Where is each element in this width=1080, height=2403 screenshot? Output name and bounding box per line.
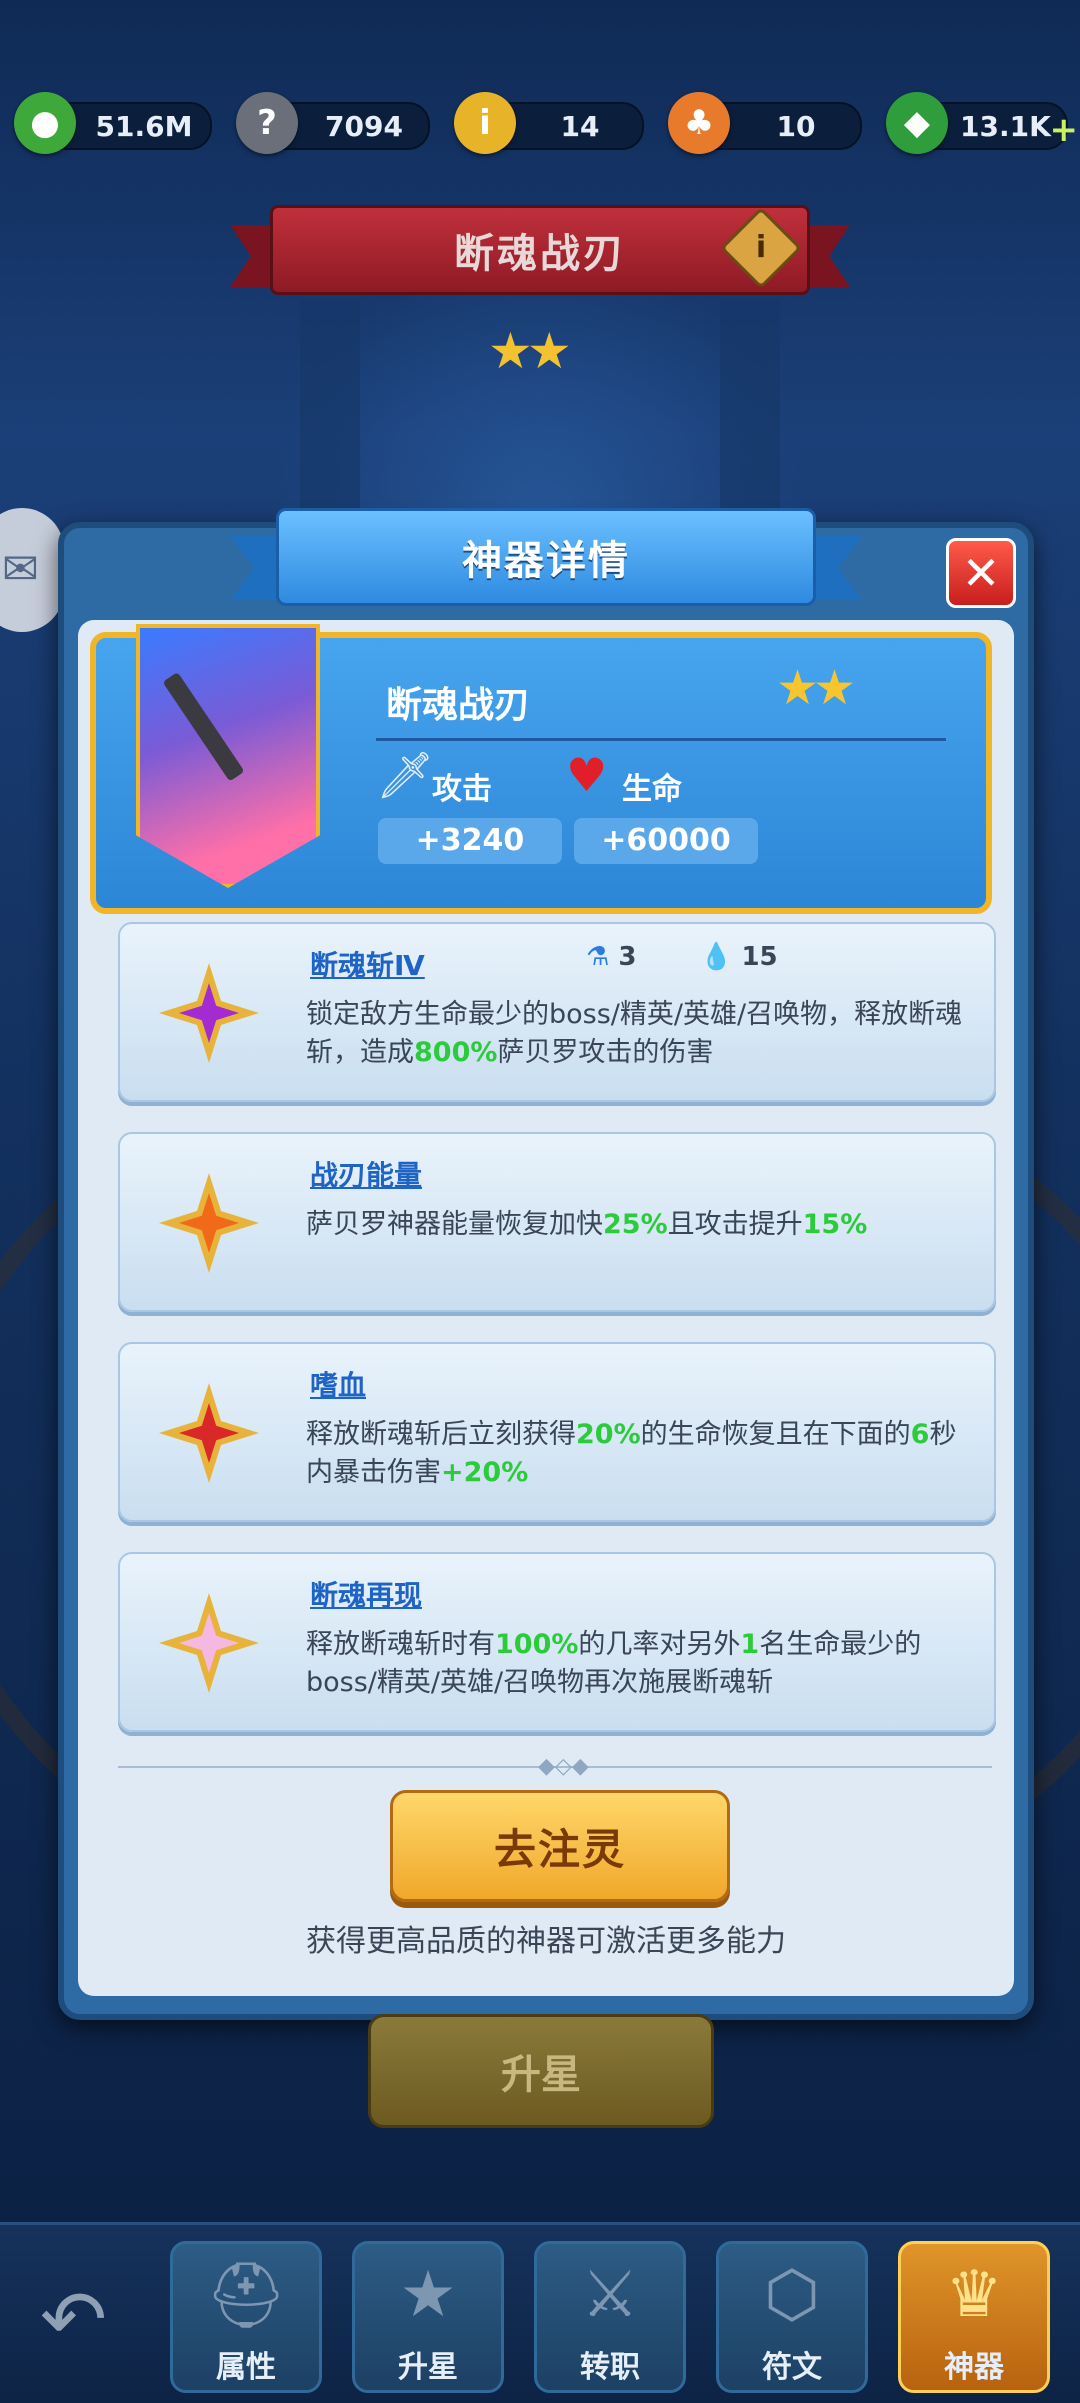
resource-slot[interactable]: ? 7094	[236, 92, 430, 154]
cost-value: 15	[741, 942, 778, 972]
sword-shield-icon: ⚔	[581, 2258, 639, 2332]
side-chat-widget[interactable]: ✉	[0, 508, 64, 632]
resource-value: 13.1K	[960, 110, 1051, 143]
skill-title: 战刃能量	[310, 1159, 423, 1192]
back-arrow-icon[interactable]: ↶	[40, 2273, 107, 2366]
resource-slot[interactable]: ♣ 10	[668, 92, 862, 154]
divider-ornament: ◆◇◆	[538, 1754, 589, 1779]
resource-bar: ● 51.6M ? 7094 i 14 ♣ 10 ◆ 13.1K +	[0, 92, 1080, 162]
tab-label: 转职	[580, 2350, 640, 2385]
description-text: 的生命恢复且在下面的	[640, 1419, 911, 1450]
green-orb-icon: ●	[14, 92, 76, 154]
chat-icon: ✉	[2, 544, 39, 595]
artifact-details-dialog: 神器详情 ✕ 断魂战刃 ★★ 🗡 攻击 ♥ 生命 +3240 +60000 断魂…	[58, 508, 1034, 2020]
resource-slot[interactable]: ◆ 13.1K +	[886, 92, 1078, 154]
highlight-value: 100%	[495, 1629, 579, 1660]
stone-key-icon: ?	[236, 92, 298, 154]
helmet-icon: ⛑	[205, 2259, 287, 2333]
green-gem-icon: ◆	[886, 92, 948, 154]
resource-value: 10	[776, 110, 816, 143]
bottom-nav: ↶ ⛑ 属性 ★ 升星 ⚔ 转职 ⬡ 符文 ♛ 神器	[0, 2222, 1080, 2403]
artifact-crest-icon: ♛	[945, 2258, 1003, 2332]
attack-label: 攻击	[432, 772, 492, 807]
hp-label: 生命	[622, 772, 682, 807]
cost-value: 3	[618, 942, 637, 972]
resource-value: 7094	[325, 110, 403, 143]
resource-slot[interactable]: ● 51.6M	[14, 92, 212, 154]
mana-potion-cost: ⚗ 3	[586, 942, 637, 972]
skill-description: 萨贝罗神器能量恢复加快25%且攻击提升15%	[306, 1206, 974, 1244]
banner-stars: ★★	[488, 322, 572, 380]
tab-star-up[interactable]: ★ 升星	[352, 2241, 504, 2393]
highlight-value: 25%	[603, 1209, 668, 1240]
description-text: 释放断魂斩后立刻获得	[306, 1419, 576, 1450]
water-drop-cost: 💧 15	[700, 942, 778, 972]
close-button[interactable]: ✕	[946, 538, 1016, 608]
description-text: 萨贝罗神器能量恢复加快	[306, 1209, 603, 1240]
description-text: 萨贝罗攻击的伤害	[497, 1037, 714, 1068]
skill-card[interactable]: 断魂斩Ⅳ ⚗ 3 💧 15 锁定敌方生命最少的boss/精英/英雄/召唤物，释放…	[118, 922, 996, 1102]
tab-label: 符文	[762, 2350, 822, 2385]
artifact-portrait	[136, 624, 320, 888]
dialog-title: 神器详情	[276, 508, 816, 606]
resource-slot[interactable]: i 14	[454, 92, 644, 154]
upgrade-star-button[interactable]: 升星	[368, 2014, 714, 2128]
skill-title: 断魂再现	[310, 1579, 423, 1612]
highlight-value: 6	[910, 1419, 930, 1450]
orange-star-gem-icon	[144, 1158, 274, 1288]
heart-icon: ♥	[566, 748, 608, 802]
attack-value: +3240	[378, 818, 562, 864]
tab-label: 神器	[944, 2350, 1004, 2385]
skill-description: 锁定敌方生命最少的boss/精英/英雄/召唤物，释放断魂斩，造成800%萨贝罗攻…	[306, 996, 974, 1072]
rainbow-star-gem-icon	[144, 1578, 274, 1708]
description-text: 释放断魂斩时有	[306, 1629, 495, 1660]
description-text: 且攻击提升	[667, 1209, 803, 1240]
highlight-value: 1	[740, 1629, 760, 1660]
highlight-value: 15%	[802, 1209, 868, 1240]
resource-value: 51.6M	[95, 110, 193, 143]
close-icon: ✕	[961, 546, 1001, 600]
sword-icon	[162, 671, 245, 782]
gold-card-icon: i	[454, 92, 516, 154]
skill-description: 释放断魂斩时有100%的几率对另外1名生命最少的boss/精英/英雄/召唤物再次…	[306, 1626, 974, 1702]
artifact-banner: 断魂战刃 i	[230, 205, 850, 295]
tab-class-change[interactable]: ⚔ 转职	[534, 2241, 686, 2393]
sword-stat-icon: 🗡	[376, 748, 435, 802]
rune-icon: ⬡	[764, 2258, 820, 2332]
highlight-value: +20%	[441, 1457, 529, 1488]
tab-label: 升星	[398, 2350, 458, 2385]
highlight-value: 20%	[576, 1419, 641, 1450]
purple-star-gem-icon	[144, 948, 274, 1078]
skill-title: 嗜血	[310, 1369, 367, 1402]
skill-card[interactable]: 断魂再现 释放断魂斩时有100%的几率对另外1名生命最少的boss/精英/英雄/…	[118, 1552, 996, 1732]
dialog-ribbon: 神器详情	[230, 508, 862, 608]
artifact-card: 断魂战刃 ★★ 🗡 攻击 ♥ 生命 +3240 +60000	[90, 624, 992, 914]
tab-artifact[interactable]: ♛ 神器	[898, 2241, 1050, 2393]
hint-text: 获得更高品质的神器可激活更多能力	[306, 1924, 786, 1959]
fire-badge-icon: ♣	[668, 92, 730, 154]
skill-title: 断魂斩Ⅳ	[310, 949, 425, 982]
info-icon: i	[755, 230, 767, 265]
dialog-body: 断魂战刃 ★★ 🗡 攻击 ♥ 生命 +3240 +60000 断魂斩Ⅳ ⚗ 3 …	[78, 620, 1014, 1996]
description-text: 的几率对另外	[578, 1629, 741, 1660]
artifact-name: 断魂战刃	[386, 685, 531, 726]
plus-icon[interactable]: +	[1050, 110, 1079, 150]
tab-attributes[interactable]: ⛑ 属性	[170, 2241, 322, 2393]
highlight-value: 800%	[414, 1037, 498, 1068]
skill-description: 释放断魂斩后立刻获得20%的生命恢复且在下面的6秒内暴击伤害+20%	[306, 1416, 974, 1492]
hp-value: +60000	[574, 818, 758, 864]
tab-label: 属性	[216, 2350, 276, 2385]
card-divider	[376, 738, 946, 741]
tab-runes[interactable]: ⬡ 符文	[716, 2241, 868, 2393]
infuse-button[interactable]: 去注灵	[390, 1790, 730, 1902]
resource-value: 14	[560, 110, 600, 143]
artifact-stars: ★★	[776, 660, 856, 716]
red-star-gem-icon	[144, 1368, 274, 1498]
skill-card[interactable]: 嗜血 释放断魂斩后立刻获得20%的生命恢复且在下面的6秒内暴击伤害+20%	[118, 1342, 996, 1522]
star-icon: ★	[399, 2258, 457, 2332]
skill-card[interactable]: 战刃能量 萨贝罗神器能量恢复加快25%且攻击提升15%	[118, 1132, 996, 1312]
